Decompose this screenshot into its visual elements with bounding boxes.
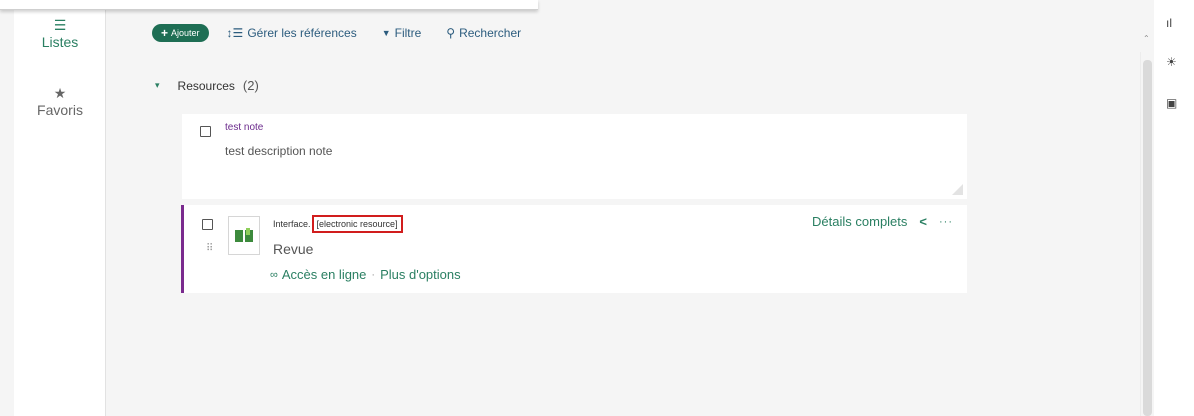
scroll-thumb[interactable] [1143,60,1152,416]
lightbulb-icon[interactable]: ☀ [1166,55,1177,69]
note-title[interactable]: test note [225,122,263,133]
right-panel: ıl ☀ ▣ [1154,0,1194,416]
popup-edge [0,0,538,10]
resource-title-highlight: [electronic resource] [311,215,403,233]
resource-title[interactable]: Interface. [electronic resource] [273,215,403,233]
separator: · [371,268,376,281]
search-label: Rechercher [459,26,522,40]
chevron-down-icon[interactable]: ▾ [155,80,160,91]
toolbar: + Ajouter ↕☰ Gérer les références ▼ Filt… [152,23,521,43]
note-checkbox[interactable] [200,126,211,137]
left-sidebar: ☰ Listes ★ Favoris [14,0,106,416]
note-description: test description note [225,144,333,158]
plus-icon: + [161,26,169,40]
search-button[interactable]: ⚲ Rechercher [446,26,521,40]
calendar-icon[interactable]: ▣ [1166,96,1177,110]
scrollbar[interactable]: ⌃ [1140,34,1154,416]
add-button-label: Ajouter [171,28,200,38]
section-header: ▾ Resources (2) [155,78,259,93]
sidebar-item-favoris[interactable]: ★ Favoris [14,86,106,118]
manage-references-label: Gérer les références [247,26,357,40]
filter-button[interactable]: ▼ Filtre [382,26,422,40]
filter-icon: ▼ [381,28,391,38]
resource-title-text: Interface. [273,219,311,229]
resource-card: ⠿ Interface. [electronic resource] Revue… [181,205,967,293]
full-details-link[interactable]: Détails complets [812,214,907,229]
more-options-link[interactable]: Plus d'options [380,267,461,282]
section-title: Resources [177,78,235,93]
sidebar-item-label: Favoris [37,102,83,118]
list-icon: ☰ [53,17,67,33]
resource-type: Revue [273,241,314,257]
online-access-link[interactable]: Accès en ligne [282,267,367,282]
filter-label: Filtre [394,26,422,40]
link-icon: ∞ [270,268,278,281]
drag-handle-icon[interactable]: ⠿ [206,243,213,254]
share-icon[interactable]: < [919,214,927,229]
more-icon[interactable]: ··· [939,216,953,228]
chart-icon[interactable]: ıl [1166,16,1172,30]
note-card: test note test description note [182,114,967,199]
book-icon [228,216,260,255]
sidebar-item-label: Listes [41,34,79,50]
left-edge [0,0,14,416]
resize-handle[interactable] [952,184,963,195]
resource-checkbox[interactable] [202,219,213,230]
scroll-up-icon[interactable]: ⌃ [1143,34,1150,43]
sort-list-icon: ↕☰ [226,26,244,40]
resource-actions: Détails complets < ··· [812,214,953,229]
star-icon: ★ [53,85,67,101]
section-count: (2) [242,78,259,93]
resource-links: ∞ Accès en ligne · Plus d'options [270,267,461,282]
sidebar-item-listes[interactable]: ☰ Listes [14,18,106,50]
search-icon: ⚲ [446,26,456,40]
add-button[interactable]: + Ajouter [152,24,209,42]
manage-references-button[interactable]: ↕☰ Gérer les références [227,26,357,40]
